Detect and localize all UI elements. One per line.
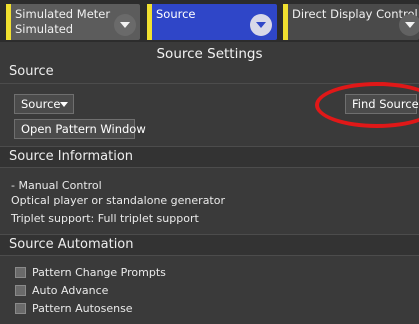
tab-label: Source (156, 7, 196, 21)
dropdown-arrow-icon (60, 102, 68, 107)
source-dropdown[interactable]: Source (14, 94, 74, 114)
checkbox[interactable] (15, 303, 26, 314)
tab-simulated-meter[interactable]: Simulated Meter Simulated (6, 4, 140, 40)
tab-sublabel: Simulated (15, 22, 74, 36)
open-pattern-window-button[interactable]: Open Pattern Window (14, 119, 146, 139)
panel-title: Source Settings (156, 46, 263, 62)
annotation-circle (315, 82, 419, 128)
chevron-down-icon[interactable] (114, 14, 136, 36)
section-header-source-automation: Source Automation (0, 234, 419, 256)
tab-bar: Simulated Meter Simulated Source Direct … (0, 0, 419, 42)
chevron-down-icon[interactable] (250, 14, 272, 36)
checkbox-label: Auto Advance (32, 284, 109, 297)
info-line: Triplet support: Full triplet support (11, 212, 199, 225)
checkbox[interactable] (15, 285, 26, 296)
checkbox-label: Pattern Change Prompts (32, 266, 166, 279)
tab-accent-stripe (147, 4, 152, 40)
section-heading: Source Information (9, 149, 134, 164)
info-line: Optical player or standalone generator (11, 194, 225, 207)
tab-direct-display-control[interactable]: Direct Display Control (283, 4, 419, 40)
section-header-source: Source (0, 62, 419, 84)
tab-accent-stripe (283, 4, 288, 40)
chevron-down-icon[interactable] (399, 14, 419, 36)
section-heading: Source (9, 64, 54, 79)
section-heading: Source Automation (9, 237, 134, 252)
tab-source[interactable]: Source (147, 4, 277, 40)
source-dropdown-label: Source (21, 97, 61, 111)
section-header-source-information: Source Information (0, 146, 419, 168)
checkbox[interactable] (15, 267, 26, 278)
tab-label: Direct Display Control (292, 7, 418, 21)
tab-label: Simulated Meter (15, 7, 111, 21)
info-line: - Manual Control (11, 179, 102, 192)
tab-accent-stripe (6, 4, 11, 40)
checkbox-label: Pattern Autosense (32, 302, 133, 315)
